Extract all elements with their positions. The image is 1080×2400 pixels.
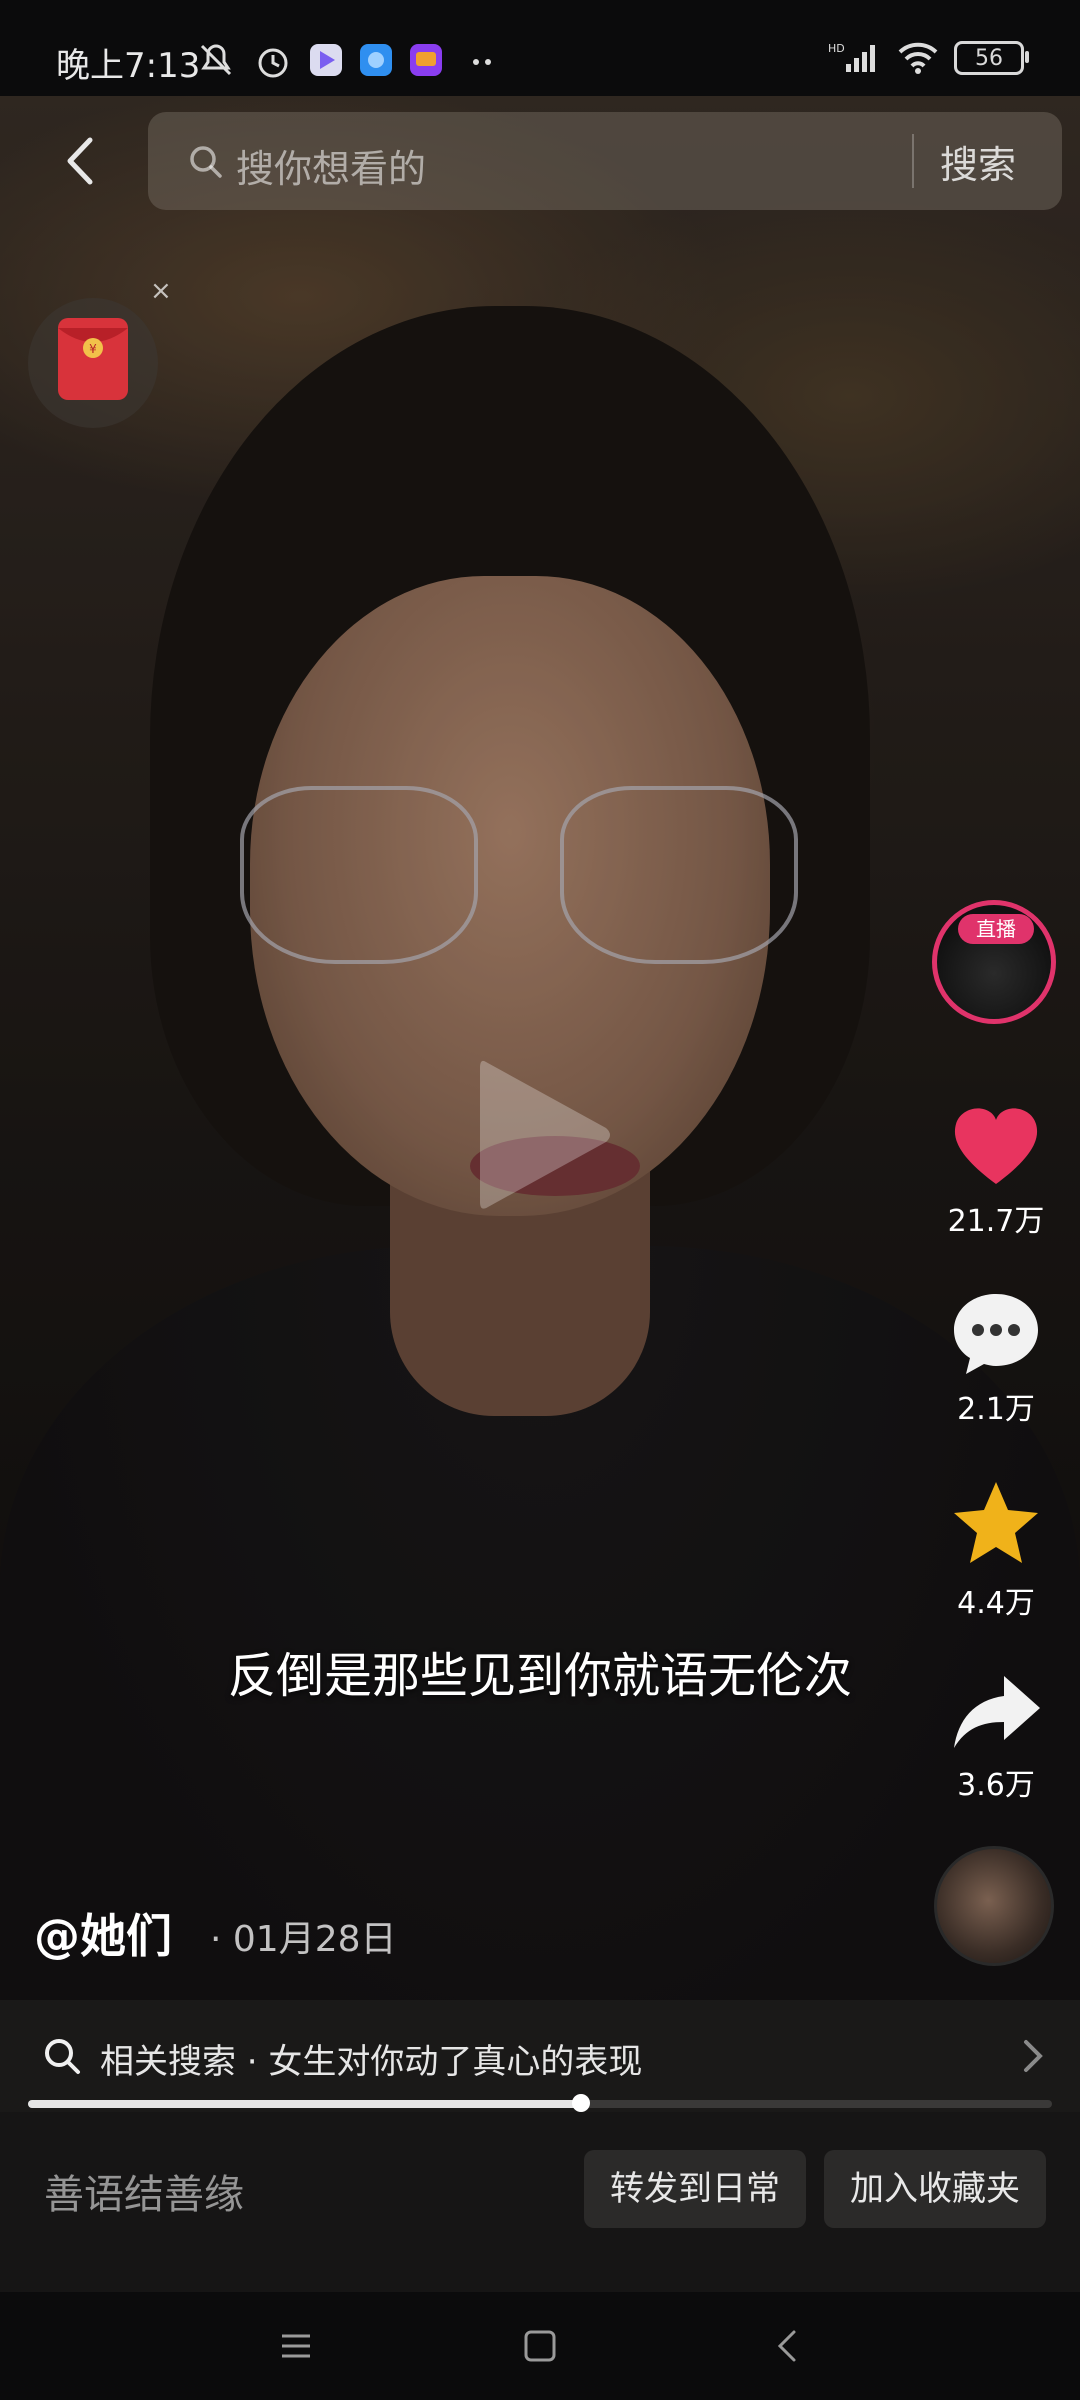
search-button[interactable]: 搜索 <box>940 134 1016 189</box>
status-time: 晚上7:13 <box>56 46 201 86</box>
author-handle[interactable]: @她们 <box>34 1900 172 1966</box>
status-bar: 晚上7:13 HD 56 <box>0 0 1080 96</box>
like-count: 21.7万 <box>947 1204 1045 1239</box>
comment-input[interactable]: 善语结善缘 <box>44 2162 244 2220</box>
search-divider <box>912 134 914 188</box>
video-player[interactable] <box>0 96 1080 2096</box>
music-disc-avatar[interactable] <box>934 1846 1054 1966</box>
add-to-favorites-button[interactable]: 加入收藏夹 <box>824 2150 1046 2228</box>
battery-level: 56 <box>975 45 1003 71</box>
video-dim-overlay <box>0 96 1080 2000</box>
back-icon[interactable] <box>48 126 118 196</box>
forward-to-daily-button[interactable]: 转发到日常 <box>584 2150 806 2228</box>
svg-text:¥: ¥ <box>89 342 97 356</box>
battery-indicator: 56 <box>954 41 1029 75</box>
red-packet-icon[interactable]: ¥ <box>58 318 128 400</box>
comment-icon[interactable] <box>948 1286 1044 1382</box>
comment-count: 2.1万 <box>957 1392 1035 1427</box>
home-icon[interactable] <box>510 2316 570 2376</box>
progress-fill <box>28 2100 581 2108</box>
status-right: HD 56 <box>828 40 1029 76</box>
signal-icon: HD <box>828 42 875 72</box>
svg-text:HD: HD <box>828 42 845 55</box>
star-icon[interactable] <box>948 1476 1044 1572</box>
search-input[interactable]: 搜你想看的 <box>236 138 426 193</box>
chevron-right-icon[interactable] <box>1018 2036 1048 2076</box>
search-icon <box>190 146 222 178</box>
more-notifications-icon <box>473 59 491 65</box>
menu-icon[interactable] <box>266 2316 326 2376</box>
alarm-icon <box>258 48 288 78</box>
post-date: · 01月28日 <box>210 1919 397 1960</box>
live-badge: 直播 <box>958 914 1034 944</box>
play-icon[interactable] <box>466 1050 616 1220</box>
related-search-text[interactable]: 相关搜索 · 女生对你动了真心的表现 <box>100 2034 642 2083</box>
app-icon <box>360 44 392 76</box>
progress-handle[interactable] <box>571 2094 590 2112</box>
red-packet-seal-icon: ¥ <box>58 328 128 358</box>
wifi-icon <box>898 42 938 74</box>
screen: 晚上7:13 HD 56 搜你想看的 搜索 ¥ × 直播 21.7万 2.1万 … <box>0 0 1080 2400</box>
back-nav-icon[interactable] <box>758 2316 818 2376</box>
video-subtitle: 反倒是那些见到你就语无伦次 <box>227 1648 852 1704</box>
heart-icon[interactable] <box>948 1098 1044 1194</box>
share-count: 3.6万 <box>957 1768 1035 1803</box>
mute-icon <box>200 44 232 76</box>
bank-app-icon <box>410 44 442 76</box>
red-packet-close-icon[interactable]: × <box>150 276 172 306</box>
favorite-count: 4.4万 <box>957 1586 1035 1621</box>
related-search-icon <box>45 2039 80 2074</box>
play-store-icon <box>310 44 342 76</box>
